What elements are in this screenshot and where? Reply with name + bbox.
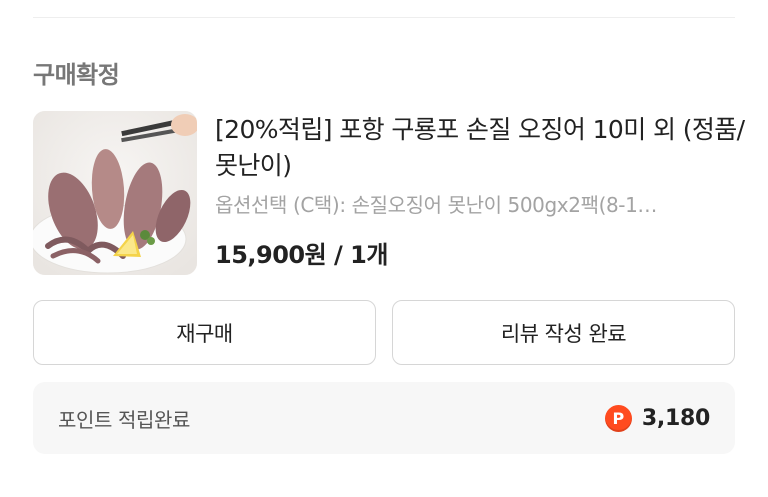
product-option: 옵션선택 (C택): 손질오징어 못난이 500gx2팩(8-1… <box>215 193 658 217</box>
top-divider <box>33 17 735 18</box>
point-value-group: P 3,180 <box>604 404 710 432</box>
point-label: 포인트 적립완료 <box>58 407 190 432</box>
product-thumbnail[interactable] <box>33 111 197 275</box>
section-title: 구매확정 <box>33 61 120 89</box>
product-name[interactable]: [20%적립] 포항 구룡포 손질 오징어 10미 외 (정품/못난이) <box>215 112 745 184</box>
point-summary: 포인트 적립완료 P 3,180 <box>33 382 735 454</box>
purchase-confirmed-card: 구매확정 [20%적립] 포항 구룡포 손질 오징어 10미 외 (정품/못난이… <box>0 0 768 497</box>
review-complete-button[interactable]: 리뷰 작성 완료 <box>392 300 735 365</box>
rebuy-button[interactable]: 재구매 <box>33 300 376 365</box>
point-value: 3,180 <box>641 405 710 431</box>
product-price-quantity: 15,900원 / 1개 <box>215 241 388 269</box>
point-coin-icon: P <box>604 404 632 432</box>
